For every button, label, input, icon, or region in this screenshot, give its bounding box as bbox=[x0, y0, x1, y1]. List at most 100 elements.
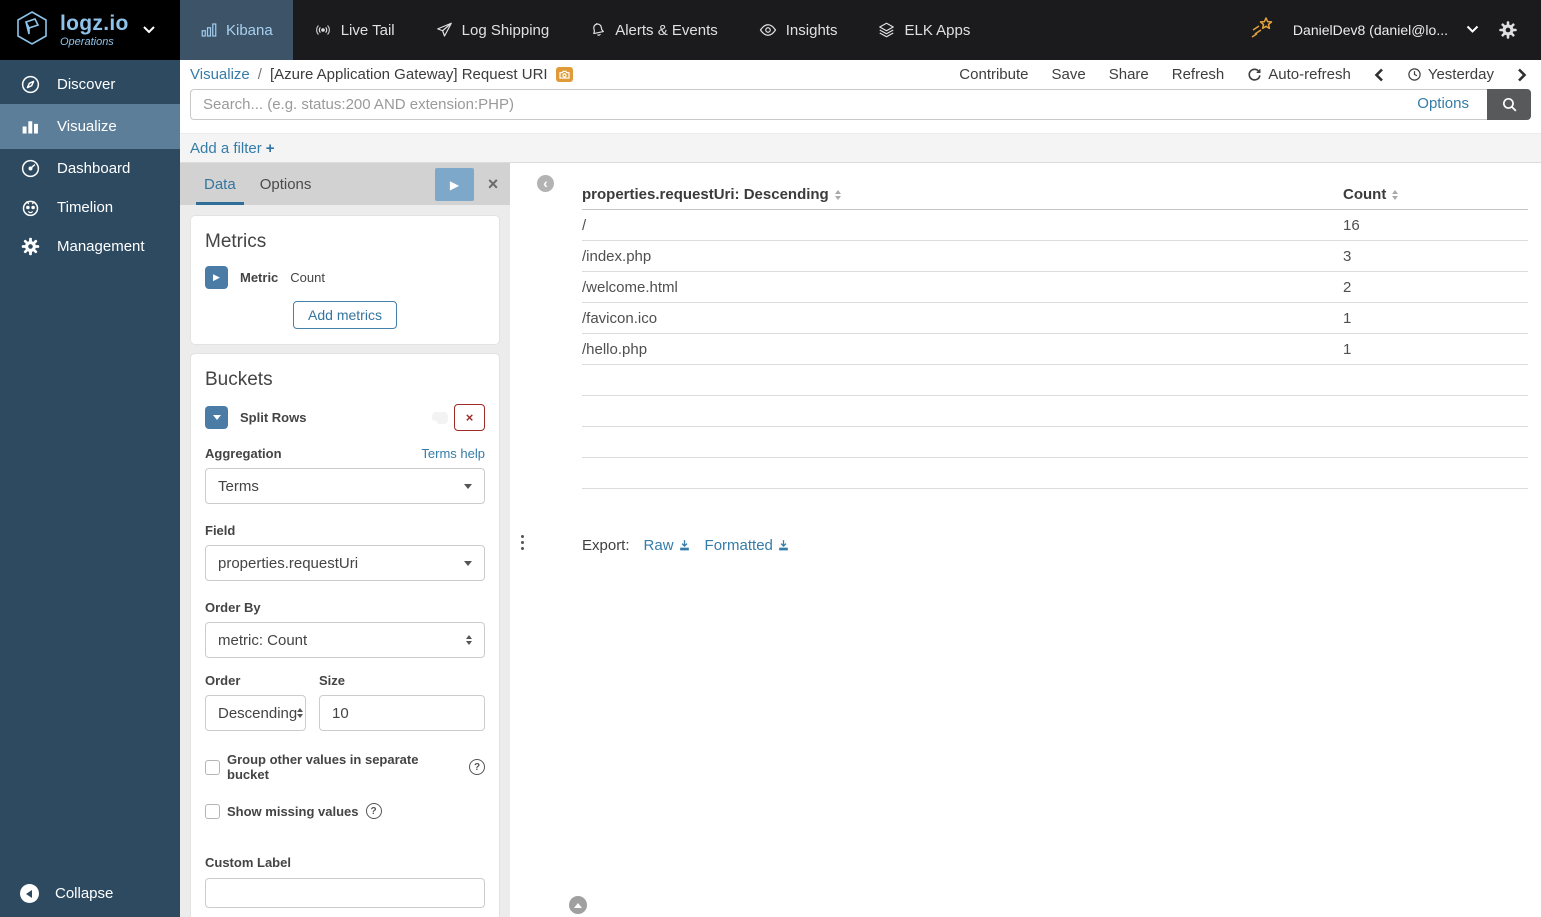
group-other-values-label: Group other values in separate bucket bbox=[227, 752, 419, 782]
discard-changes-button[interactable]: × bbox=[476, 163, 510, 205]
nav-tab-insights[interactable]: Insights bbox=[738, 0, 858, 60]
sidebar-item-management[interactable]: Management bbox=[0, 227, 180, 266]
table-row: /welcome.html 2 bbox=[582, 272, 1528, 303]
table-row-empty bbox=[582, 427, 1528, 458]
nav-tab-live-tail[interactable]: Live Tail bbox=[293, 0, 415, 60]
export-raw-link[interactable]: Raw bbox=[644, 537, 691, 554]
chevron-down-icon bbox=[464, 483, 472, 489]
table-row: /hello.php 1 bbox=[582, 334, 1528, 365]
scroll-to-top-button[interactable] bbox=[569, 896, 587, 914]
search-input[interactable] bbox=[190, 89, 1487, 120]
chevron-down-icon bbox=[464, 560, 472, 566]
sort-icon bbox=[1392, 189, 1399, 200]
contribute-button[interactable]: Contribute bbox=[959, 66, 1028, 83]
column-header-request-uri[interactable]: properties.requestUri: Descending bbox=[582, 186, 1343, 203]
search-submit-button[interactable] bbox=[1487, 89, 1531, 120]
table-row-empty bbox=[582, 396, 1528, 427]
bucket-collapse-button[interactable] bbox=[205, 406, 228, 429]
aggregation-select[interactable]: Terms bbox=[205, 468, 485, 504]
brand-tagline: Operations bbox=[60, 35, 114, 48]
metrics-card: Metrics ▶ Metric Count Add metrics bbox=[190, 215, 500, 345]
filter-bar: Add a filter + bbox=[180, 133, 1541, 163]
order-select[interactable]: Descending bbox=[205, 695, 306, 731]
chevron-down-icon[interactable] bbox=[1466, 21, 1479, 39]
panel-collapse-button[interactable]: ‹ bbox=[537, 175, 554, 192]
tab-data[interactable]: Data bbox=[192, 163, 248, 205]
custom-label-label: Custom Label bbox=[205, 855, 291, 870]
panel-resize-handle[interactable] bbox=[521, 535, 524, 550]
metric-expand-button[interactable]: ▶ bbox=[205, 266, 228, 289]
search-icon bbox=[1502, 97, 1516, 112]
export-label: Export: bbox=[582, 537, 630, 554]
help-question-icon[interactable]: ? bbox=[469, 759, 485, 775]
nav-tab-alerts-events[interactable]: Alerts & Events bbox=[569, 0, 738, 60]
sidebar-item-timelion[interactable]: Timelion bbox=[0, 188, 180, 227]
shooting-star-icon[interactable] bbox=[1249, 15, 1275, 46]
logo-menu[interactable]: logz.io Operations bbox=[0, 0, 180, 60]
sidebar-item-dashboard[interactable]: Dashboard bbox=[0, 149, 180, 188]
chevron-down-icon bbox=[212, 415, 221, 420]
split-rows-label: Split Rows bbox=[240, 410, 307, 425]
buckets-heading: Buckets bbox=[205, 369, 273, 390]
order-by-select[interactable]: metric: Count bbox=[205, 622, 485, 658]
sidebar-collapse-button[interactable]: Collapse bbox=[0, 872, 180, 917]
config-tabbar: Data Options ▶ × bbox=[180, 163, 510, 205]
apply-changes-button[interactable]: ▶ bbox=[435, 168, 474, 201]
download-icon bbox=[779, 540, 788, 551]
custom-label-input[interactable] bbox=[205, 878, 485, 908]
remove-bucket-button[interactable]: × bbox=[454, 404, 485, 431]
time-range-next-button[interactable] bbox=[1517, 68, 1527, 82]
visualization-area: ‹ properties.requestUri: Descending Coun… bbox=[510, 163, 1541, 917]
auto-refresh-icon bbox=[1248, 68, 1261, 81]
settings-gear-button[interactable] bbox=[1497, 19, 1519, 41]
metric-value: Count bbox=[290, 270, 325, 285]
show-missing-values-checkbox[interactable] bbox=[205, 803, 220, 819]
snapshot-camera-button[interactable] bbox=[555, 67, 573, 82]
sidebar-item-visualize[interactable]: Visualize bbox=[0, 104, 180, 149]
gear-icon bbox=[21, 237, 40, 256]
tab-options[interactable]: Options bbox=[248, 163, 324, 205]
query-bar: Options bbox=[180, 89, 1541, 133]
top-navbar: logz.io Operations Kibana Live Tail Log … bbox=[0, 0, 1541, 60]
breadcrumb-bar: Visualize / [Azure Application Gateway] … bbox=[180, 60, 1541, 89]
brand-name: logz.io bbox=[60, 11, 129, 35]
eye-icon bbox=[759, 24, 776, 36]
nav-tab-log-shipping[interactable]: Log Shipping bbox=[415, 0, 570, 60]
size-label: Size bbox=[319, 673, 346, 688]
plus-icon: + bbox=[265, 139, 275, 157]
time-range-picker[interactable]: Yesterday bbox=[1407, 66, 1494, 83]
query-options-link[interactable]: Options bbox=[1417, 95, 1469, 112]
size-input[interactable] bbox=[319, 695, 485, 731]
sidebar-item-discover[interactable]: Discover bbox=[0, 60, 180, 104]
chevron-up-icon bbox=[574, 902, 582, 908]
metric-label: Metric bbox=[240, 270, 279, 285]
table-row: /favicon.ico 1 bbox=[582, 303, 1528, 334]
table-row: /index.php 3 bbox=[582, 241, 1528, 272]
share-button[interactable]: Share bbox=[1109, 66, 1149, 83]
nav-tab-elk-apps[interactable]: ELK Apps bbox=[857, 0, 990, 60]
buckets-card: Buckets Split Rows × Aggregation Terms h… bbox=[190, 353, 500, 917]
nav-tab-kibana[interactable]: Kibana bbox=[180, 0, 293, 60]
time-range-prev-button[interactable] bbox=[1374, 68, 1384, 82]
help-question-icon[interactable]: ? bbox=[365, 803, 382, 819]
save-button[interactable]: Save bbox=[1052, 66, 1086, 83]
refresh-button[interactable]: Refresh bbox=[1172, 66, 1225, 83]
play-icon: ▶ bbox=[213, 272, 220, 282]
user-account-label[interactable]: DanielDev8 (daniel@lo... bbox=[1293, 22, 1448, 38]
order-by-label: Order By bbox=[205, 600, 261, 615]
group-other-values-checkbox[interactable] bbox=[205, 759, 220, 775]
breadcrumb-visualize-link[interactable]: Visualize bbox=[190, 66, 250, 83]
export-formatted-link[interactable]: Formatted bbox=[705, 537, 790, 554]
field-select[interactable]: properties.requestUri bbox=[205, 545, 485, 581]
top-nav-tabs: Kibana Live Tail Log Shipping Alerts & E… bbox=[180, 0, 990, 60]
bucket-enable-toggle[interactable] bbox=[428, 411, 448, 430]
add-metrics-button[interactable]: Add metrics bbox=[293, 301, 397, 329]
auto-refresh-button[interactable]: Auto-refresh bbox=[1247, 66, 1351, 83]
data-table: properties.requestUri: Descending Count … bbox=[582, 186, 1528, 489]
terms-help-link[interactable]: Terms help bbox=[421, 446, 485, 461]
show-missing-values-label: Show missing values bbox=[227, 803, 359, 819]
broadcast-icon bbox=[315, 25, 330, 35]
add-filter-button[interactable]: Add a filter + bbox=[190, 140, 274, 157]
page-title: [Azure Application Gateway] Request URI bbox=[269, 66, 548, 83]
column-header-count[interactable]: Count bbox=[1343, 186, 1528, 203]
